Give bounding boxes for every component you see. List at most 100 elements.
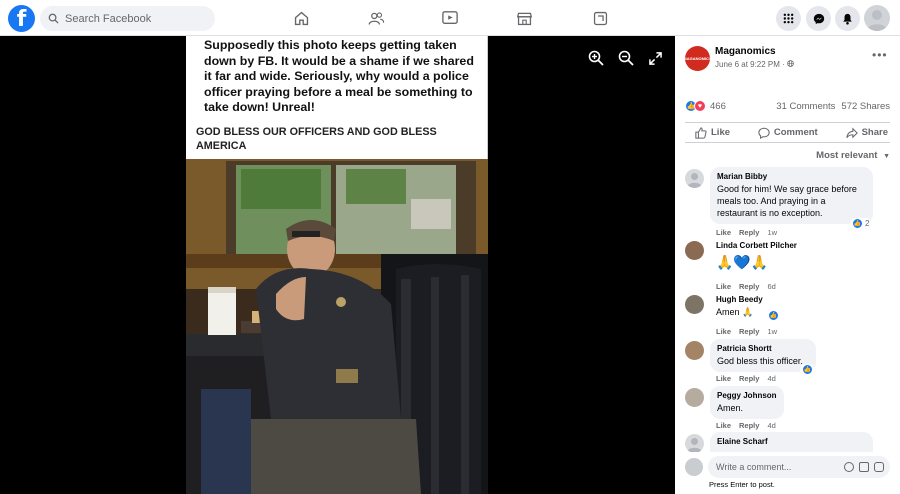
comment-text: Good for him! We say grace before meals … bbox=[717, 184, 857, 218]
comment-bubble: Linda Corbett Pilcher 🙏💙🙏 bbox=[710, 239, 803, 274]
account-avatar[interactable] bbox=[864, 5, 890, 31]
gif-icon[interactable] bbox=[859, 462, 869, 472]
love-reaction-icon: ♥ bbox=[694, 100, 706, 112]
facebook-logo-letter: f bbox=[16, 7, 27, 32]
share-button[interactable]: Share bbox=[845, 126, 888, 139]
messenger-icon[interactable] bbox=[806, 6, 831, 31]
comment-time[interactable]: 4d bbox=[767, 374, 775, 383]
comment-bubble: Elaine Scharf bbox=[710, 432, 873, 452]
comment-time[interactable]: 1w bbox=[767, 228, 777, 237]
photo-viewer: Supposedly this photo keeps getting take… bbox=[0, 36, 675, 494]
comment-meta: Like Reply 1w bbox=[716, 327, 777, 336]
like-label: Like bbox=[711, 127, 731, 138]
current-user-avatar bbox=[685, 458, 703, 476]
zoom-in-icon[interactable] bbox=[588, 50, 604, 66]
commenter-avatar[interactable] bbox=[685, 241, 704, 260]
search-box[interactable]: Search Facebook bbox=[40, 6, 215, 31]
reaction-count: 466 bbox=[710, 100, 726, 112]
commenter-name[interactable]: Hugh Beedy bbox=[716, 295, 763, 304]
photo-banner-text: GOD BLESS OUR OFFICERS AND GOD BLESS AME… bbox=[196, 126, 437, 152]
post-photo[interactable]: Supposedly this photo keeps getting take… bbox=[186, 36, 488, 494]
comment-reply-link[interactable]: Reply bbox=[739, 282, 759, 291]
comment-time[interactable]: 4d bbox=[767, 421, 775, 430]
comment-like-link[interactable]: Like bbox=[716, 228, 731, 237]
comment-reply-link[interactable]: Reply bbox=[739, 421, 759, 430]
comment-time[interactable]: 1w bbox=[767, 327, 777, 336]
menu-grid-icon[interactable] bbox=[776, 6, 801, 31]
commenter-avatar[interactable] bbox=[685, 169, 704, 188]
like-reaction-icon: 👍 bbox=[802, 364, 813, 375]
marketplace-icon[interactable] bbox=[514, 8, 534, 28]
comment-text: Amen 🙏 bbox=[716, 307, 754, 317]
commenter-name[interactable]: Elaine Scharf bbox=[717, 437, 866, 446]
sticker-icon[interactable] bbox=[874, 462, 884, 472]
comment-reply-link[interactable]: Reply bbox=[739, 327, 759, 336]
like-reaction-icon: 👍 bbox=[768, 310, 779, 321]
comment-like-link[interactable]: Like bbox=[716, 421, 731, 430]
sort-comments-dropdown[interactable]: Most relevant ▼ bbox=[816, 150, 890, 161]
commenter-avatar[interactable] bbox=[685, 341, 704, 360]
comment-reaction-badge[interactable]: 👍 2 bbox=[850, 218, 872, 229]
top-navigation-bar: f Search Facebook bbox=[0, 0, 900, 36]
comment-reply-link[interactable]: Reply bbox=[739, 228, 759, 237]
comment-bubble: Hugh Beedy Amen 🙏 bbox=[710, 293, 769, 320]
commenter-name[interactable]: Patricia Shortt bbox=[717, 344, 809, 353]
post-timestamp[interactable]: June 6 at 9:22 PM · bbox=[715, 60, 794, 69]
watch-icon[interactable] bbox=[440, 8, 460, 28]
zoom-out-icon[interactable] bbox=[618, 50, 634, 66]
comment-reply-link[interactable]: Reply bbox=[739, 374, 759, 383]
post-time-text: June 6 at 9:22 PM · bbox=[715, 60, 788, 69]
comment-reaction-badge[interactable]: 👍 bbox=[766, 310, 781, 321]
comment-meta: Like Reply 4d bbox=[716, 421, 776, 430]
comment-like-link[interactable]: Like bbox=[716, 282, 731, 291]
home-icon[interactable] bbox=[291, 8, 311, 28]
like-reaction-icon: 👍 bbox=[852, 218, 863, 229]
comment-like-link[interactable]: Like bbox=[716, 327, 731, 336]
comment-button[interactable]: Comment bbox=[758, 127, 818, 139]
page-name[interactable]: Maganomics bbox=[715, 46, 776, 57]
comment-label: Comment bbox=[773, 127, 818, 138]
comment-like-link[interactable]: Like bbox=[716, 374, 731, 383]
commenter-name[interactable]: Peggy Johnson bbox=[717, 391, 777, 400]
commenter-avatar[interactable] bbox=[685, 388, 704, 407]
commenter-name[interactable]: Linda Corbett Pilcher bbox=[716, 241, 797, 250]
comment-reaction-badge[interactable]: 👍 bbox=[800, 364, 815, 375]
commenter-avatar[interactable] bbox=[685, 434, 704, 452]
comment-meta: Like Reply 4d bbox=[716, 374, 776, 383]
comment-icon bbox=[758, 127, 770, 139]
friends-icon[interactable] bbox=[366, 8, 386, 28]
share-label: Share bbox=[861, 127, 888, 138]
comment-meta: Like Reply 6d bbox=[716, 282, 776, 291]
comments-list[interactable]: Marian Bibby Good for him! We say grace … bbox=[675, 164, 893, 452]
fullscreen-icon[interactable] bbox=[649, 52, 662, 65]
like-button[interactable]: Like bbox=[695, 126, 731, 139]
post-hint: Press Enter to post. bbox=[709, 480, 775, 489]
more-options-icon[interactable]: ••• bbox=[872, 48, 888, 62]
reactions-summary[interactable]: 👍 ♥ 466 bbox=[685, 100, 726, 112]
comments-count[interactable]: 31 Comments bbox=[776, 101, 835, 112]
shares-count[interactable]: 572 Shares bbox=[841, 101, 890, 112]
search-icon bbox=[48, 13, 59, 24]
comment-composer: Write a comment... bbox=[685, 456, 890, 478]
comment-text: Amen. bbox=[717, 403, 744, 413]
engagement-counts: 31 Comments 572 Shares bbox=[776, 101, 890, 112]
photo-caption-text: Supposedly this photo keeps getting take… bbox=[204, 38, 474, 114]
gaming-icon[interactable] bbox=[590, 8, 610, 28]
search-input[interactable]: Search Facebook bbox=[65, 13, 151, 25]
comment-text: God bless this officer. bbox=[717, 356, 803, 366]
post-details-panel: MAGANOMICS Maganomics June 6 at 9:22 PM … bbox=[675, 36, 900, 494]
notifications-icon[interactable] bbox=[835, 6, 860, 31]
emoji-icon[interactable] bbox=[844, 462, 854, 472]
comment-reaction-count: 2 bbox=[865, 219, 870, 228]
comment-text: 🙏💙🙏 bbox=[716, 254, 769, 270]
facebook-logo[interactable]: f bbox=[8, 5, 35, 32]
caret-down-icon: ▼ bbox=[883, 153, 890, 160]
page-avatar[interactable]: MAGANOMICS bbox=[683, 46, 712, 71]
globe-icon bbox=[787, 60, 794, 67]
page-avatar-text: MAGANOMICS bbox=[683, 56, 712, 61]
commenter-avatar[interactable] bbox=[685, 295, 704, 314]
photo-caption-area: Supposedly this photo keeps getting take… bbox=[186, 36, 488, 159]
commenter-name[interactable]: Marian Bibby bbox=[717, 172, 866, 181]
comment-time[interactable]: 6d bbox=[767, 282, 775, 291]
post-actions: Like Comment Share bbox=[685, 122, 890, 143]
